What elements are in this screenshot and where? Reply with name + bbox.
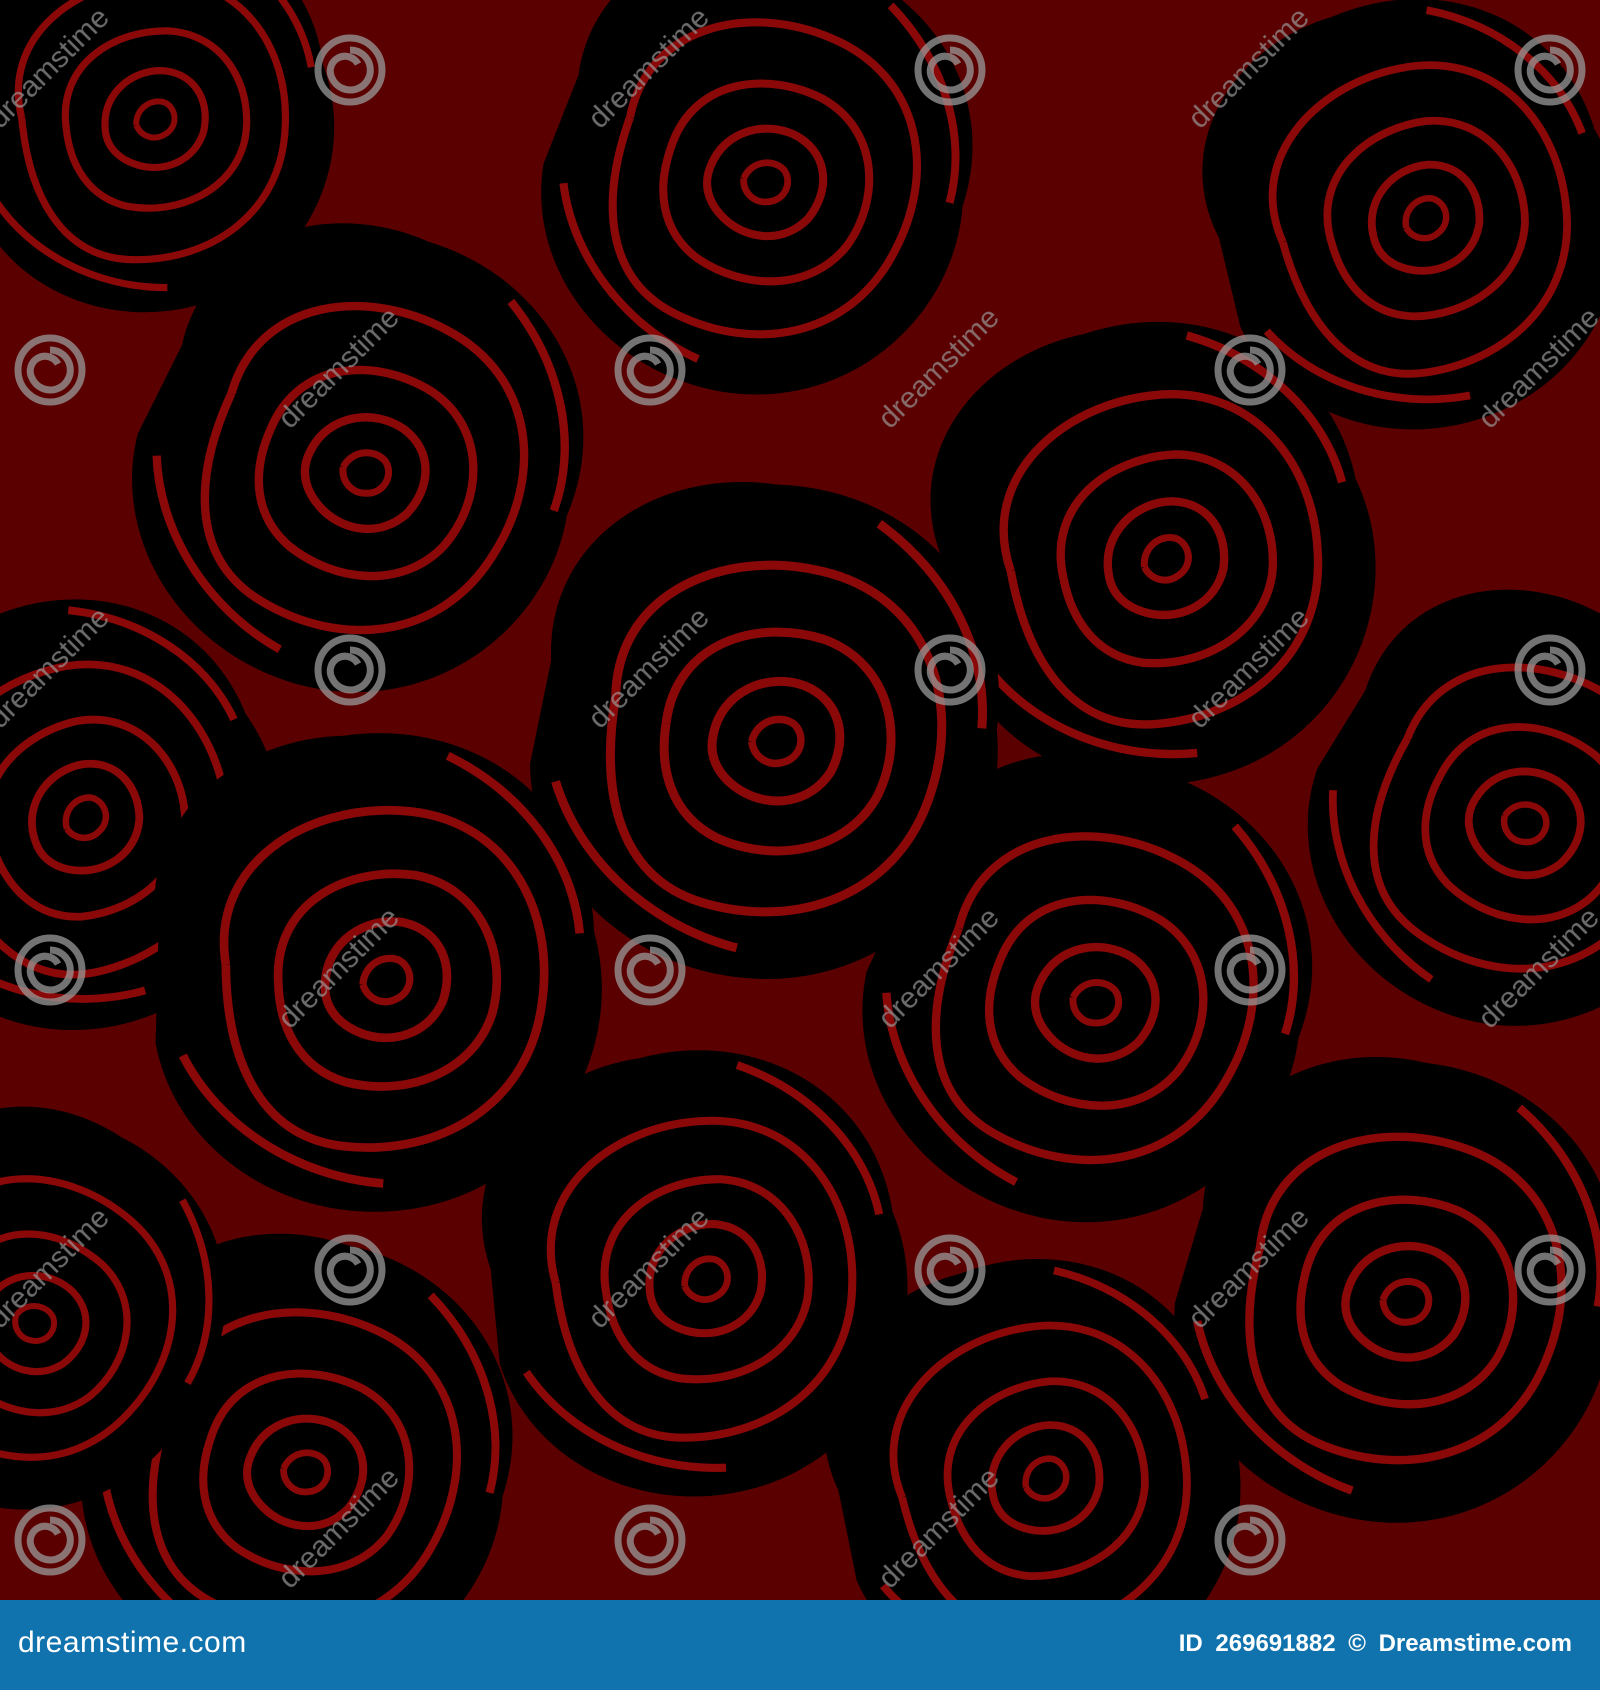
id-label: ID	[1178, 1630, 1203, 1657]
footer-bar: dreamstime.com ID 269691882 © Dreamstime…	[0, 1600, 1600, 1690]
copyright-symbol: ©	[1348, 1630, 1366, 1657]
brand-link[interactable]: dreamstime.com	[18, 1626, 247, 1660]
image-credit: ID 269691882 © Dreamstime.com	[1179, 1630, 1572, 1658]
rose-pattern-image: dreamstime dreamstime dreamstime dreamst…	[0, 0, 1600, 1600]
image-id: 269691882	[1215, 1630, 1336, 1657]
credit-link[interactable]: Dreamstime.com	[1379, 1630, 1572, 1657]
